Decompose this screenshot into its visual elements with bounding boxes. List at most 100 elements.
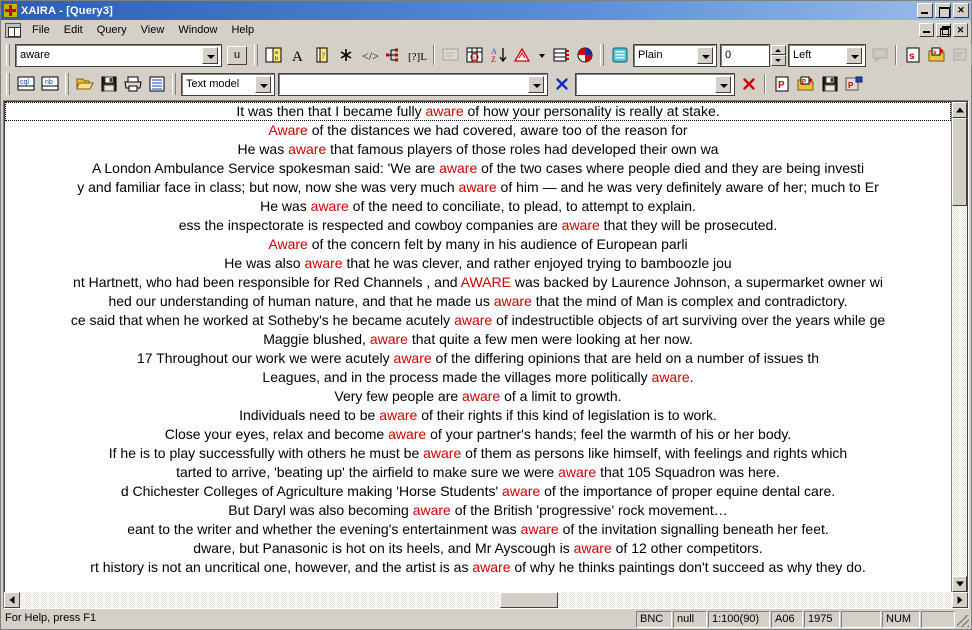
save-profile-icon[interactable] (818, 73, 841, 95)
child-close-button[interactable]: ✕ (953, 23, 968, 37)
align-combo[interactable]: Left (788, 43, 866, 67)
scroll-left-button[interactable] (4, 592, 20, 608)
concordance-line[interactable]: Individuals need to be aware of their ri… (5, 406, 951, 425)
minimize-button[interactable] (917, 3, 933, 18)
cql-view-icon[interactable]: cql (14, 73, 37, 95)
scroll-down-button[interactable] (952, 576, 967, 592)
annotation-card-icon[interactable]: ? (310, 44, 333, 66)
number-stepper[interactable] (771, 44, 786, 66)
tree-structure-icon[interactable] (382, 44, 405, 66)
concordance-line[interactable]: ess the inspectorate is respected and co… (5, 216, 951, 235)
menu-item-edit[interactable]: Edit (57, 22, 90, 38)
collocation-warning-icon[interactable] (511, 44, 534, 66)
chevron-down-icon-middle[interactable] (528, 75, 544, 93)
concordance-line[interactable]: nt Hartnett, who had been responsible fo… (5, 273, 951, 292)
sort-az-icon[interactable]: A Z (487, 44, 510, 66)
font-letter-a-icon[interactable]: A (286, 44, 309, 66)
menu-item-file[interactable]: File (25, 22, 57, 38)
toolbar2-grip-2[interactable] (65, 73, 69, 95)
chevron-down-icon-mode[interactable] (255, 75, 271, 93)
concordance-line[interactable]: d Chichester Colleges of Agriculture mak… (5, 482, 951, 501)
concordance-line[interactable]: He was aware of the need to conciliate, … (5, 197, 951, 216)
concordance-line[interactable]: eant to the writer and whether the eveni… (5, 520, 951, 539)
nb-view-icon[interactable]: nb (38, 73, 61, 95)
concordance-line[interactable]: If he is to play successfully with other… (5, 444, 951, 463)
vertical-scroll-thumb[interactable] (952, 118, 967, 206)
concordance-line[interactable]: Very few people are aware of a limit to … (5, 387, 951, 406)
word-list-icon[interactable]: a b (262, 44, 285, 66)
number-field[interactable]: 0 (720, 43, 770, 67)
speech-bubble-icon[interactable] (868, 44, 891, 66)
horizontal-scroll-track[interactable] (20, 592, 952, 608)
toolbar2-grip[interactable] (6, 73, 10, 95)
print-icon[interactable] (121, 73, 144, 95)
scroll-right-button[interactable] (952, 592, 968, 608)
maximize-button[interactable] (935, 3, 951, 18)
open-profile-icon[interactable]: P (794, 73, 817, 95)
cql-code-icon[interactable]: </> (358, 44, 381, 66)
horizontal-scrollbar[interactable] (4, 592, 968, 608)
chevron-down-icon-format[interactable] (697, 46, 713, 64)
concordance-line[interactable]: tarted to arrive, 'beating up' the airfi… (5, 463, 951, 482)
menu-item-help[interactable]: Help (224, 22, 261, 38)
concordance-line[interactable]: y and familiar face in class; but now, n… (5, 178, 951, 197)
concordance-line[interactable]: dware, but Panasonic is hot on its heels… (5, 539, 951, 558)
menu-item-query[interactable]: Query (90, 22, 134, 38)
window-resize-grip[interactable] (956, 611, 970, 628)
unicode-button[interactable]: u (224, 44, 250, 66)
page-profile-icon[interactable]: P (770, 73, 793, 95)
query-builder-icon[interactable]: [?]L (406, 44, 429, 66)
asterisk-wildcard-icon[interactable] (334, 44, 357, 66)
concordance-line[interactable]: ce said that when he worked at Sotheby's… (5, 311, 951, 330)
open-folder-icon[interactable] (73, 73, 96, 95)
context-window-icon[interactable] (439, 44, 462, 66)
concordance-line[interactable]: Aware of the distances we had covered, a… (5, 121, 951, 140)
list-view-icon[interactable] (145, 73, 168, 95)
concordance-table-icon[interactable]: n (463, 44, 486, 66)
concordance-line[interactable]: It was then that I became fully aware of… (5, 102, 951, 121)
menu-item-view[interactable]: View (134, 22, 172, 38)
stepper-up-icon[interactable] (771, 44, 786, 55)
mode-combo[interactable]: Text model (181, 72, 275, 96)
vertical-scrollbar[interactable] (951, 102, 967, 592)
chevron-down-icon-right[interactable] (715, 75, 731, 93)
concordance-line[interactable]: hed our understanding of human nature, a… (5, 292, 951, 311)
concordance-list[interactable]: It was then that I became fully aware of… (5, 102, 951, 592)
close-button[interactable]: ✕ (953, 3, 969, 18)
solution-page-icon[interactable]: s (901, 44, 924, 66)
menu-item-window[interactable]: Window (171, 22, 224, 38)
horizontal-scroll-thumb[interactable] (500, 592, 558, 608)
clear-blue-x-icon[interactable] (550, 73, 573, 95)
toolbar2-grip-3[interactable] (172, 73, 176, 95)
open-solution-icon[interactable]: s (925, 44, 948, 66)
edit-profile-icon[interactable]: P (842, 73, 865, 95)
concordance-line[interactable]: Maggie blushed, aware that quite a few m… (5, 330, 951, 349)
clear-red-x-icon[interactable] (737, 73, 760, 95)
dropdown-more-icon[interactable] (535, 44, 548, 66)
child-minimize-button[interactable] (919, 23, 934, 37)
chevron-down-icon[interactable] (202, 46, 218, 64)
scroll-up-button[interactable] (952, 102, 967, 118)
edit-solution-icon[interactable] (949, 44, 972, 66)
concordance-line[interactable]: But Daryl was also becoming aware of the… (5, 501, 951, 520)
vertical-scroll-track[interactable] (952, 118, 967, 576)
toolbar-grip[interactable] (6, 44, 10, 66)
toolbar-grip-2[interactable] (254, 44, 258, 66)
document-icon[interactable] (5, 22, 21, 38)
right-combo[interactable] (575, 72, 735, 96)
save-disk-icon[interactable] (97, 73, 120, 95)
display-mode-icon[interactable] (608, 44, 631, 66)
toolbar-grip-3[interactable] (600, 44, 604, 66)
format-combo[interactable]: Plain (633, 43, 717, 67)
concordance-line[interactable]: rt history is not an uncritical one, how… (5, 558, 951, 577)
concordance-line[interactable]: He was aware that famous players of thos… (5, 140, 951, 159)
concordance-line[interactable]: He was also aware that he was clever, an… (5, 254, 951, 273)
concordance-line[interactable]: 17 Throughout our work we were acutely a… (5, 349, 951, 368)
child-restore-button[interactable] (936, 23, 951, 37)
pie-chart-icon[interactable] (573, 44, 596, 66)
concordance-line[interactable]: Aware of the concern felt by many in his… (5, 235, 951, 254)
query-input-combo[interactable]: aware (15, 43, 222, 67)
stepper-down-icon[interactable] (771, 55, 786, 66)
concordance-line[interactable]: Close your eyes, relax and become aware … (5, 425, 951, 444)
concordance-line[interactable]: A London Ambulance Service spokesman sai… (5, 159, 951, 178)
